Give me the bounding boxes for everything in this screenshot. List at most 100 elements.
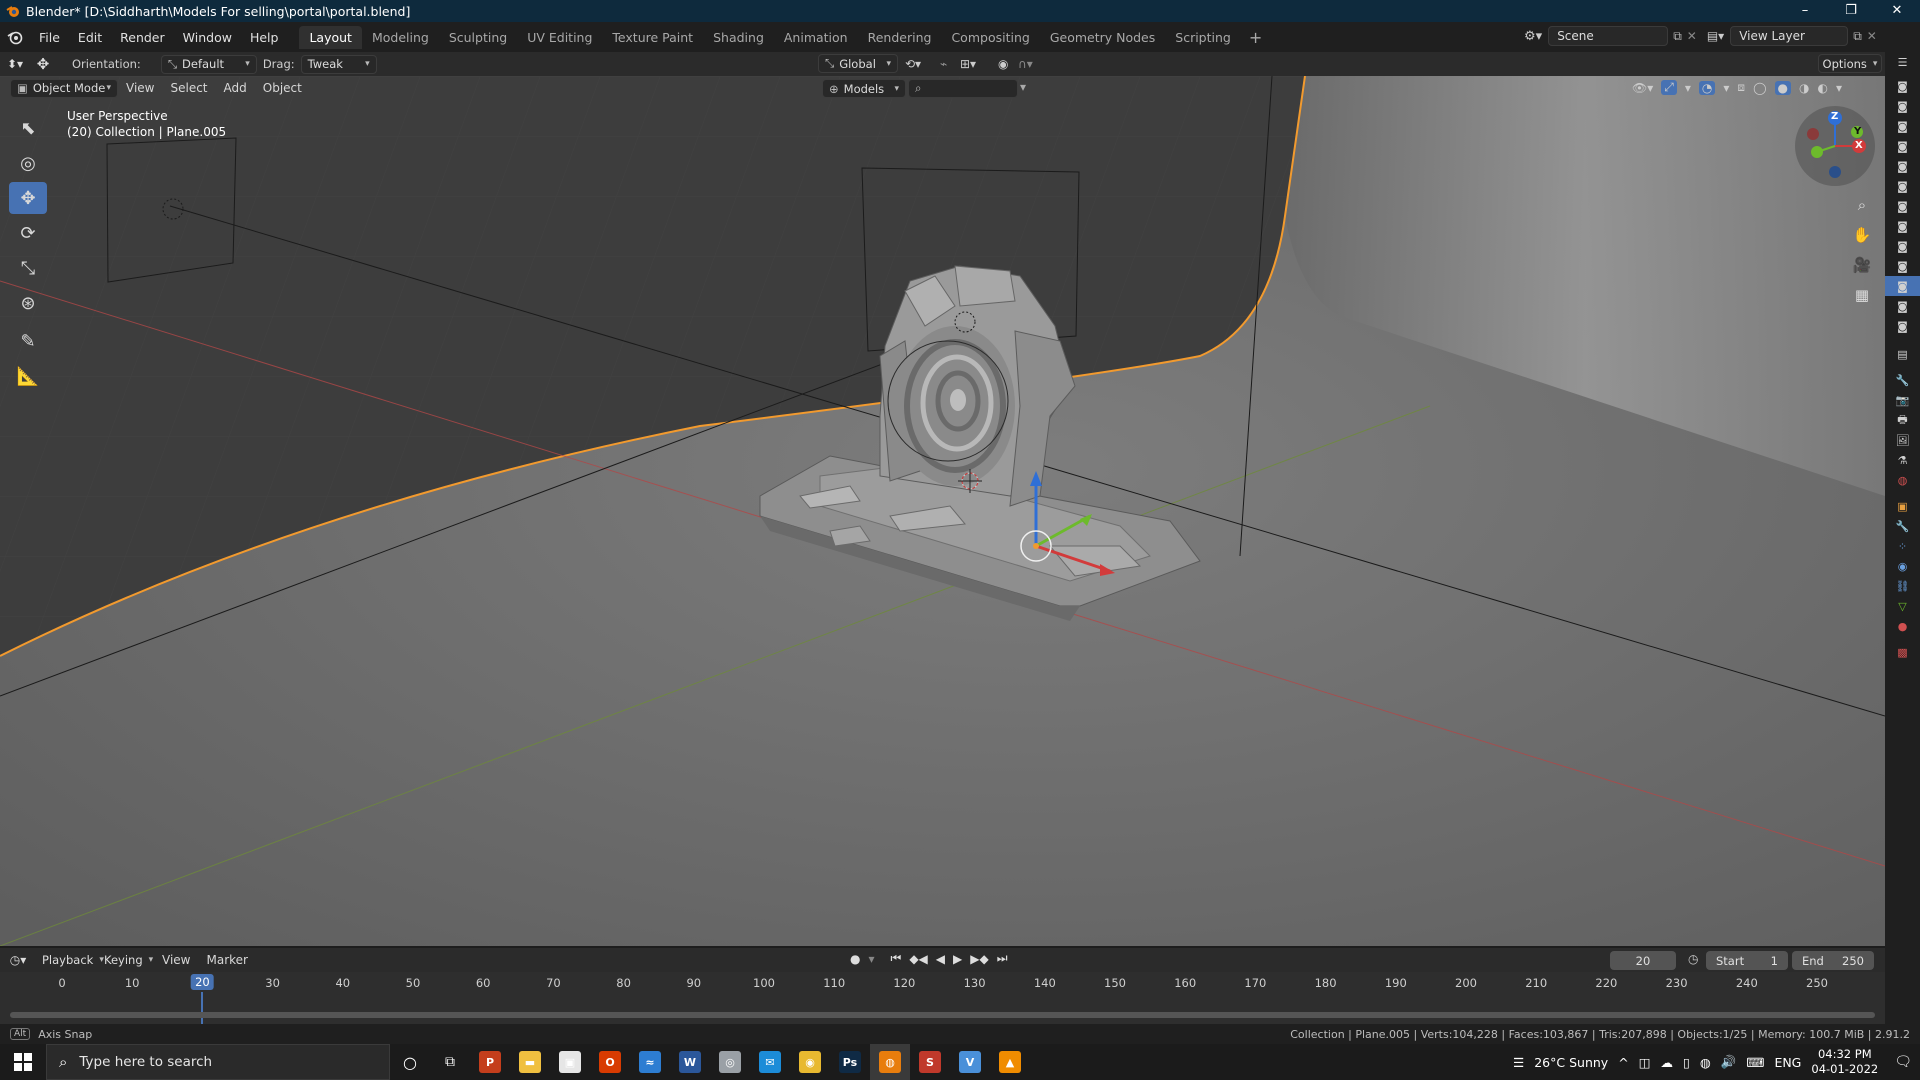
move-tool-icon[interactable]: ✥	[30, 55, 56, 73]
measure-icon[interactable]: 📐	[9, 360, 47, 392]
tab-compositing[interactable]: Compositing	[941, 26, 1039, 49]
data-properties-icon[interactable]: ▽	[1885, 596, 1920, 616]
visibility-icon[interactable]: 👁▾	[1632, 81, 1653, 95]
material-shading-icon[interactable]: ◑	[1799, 81, 1809, 95]
annotate-icon[interactable]: ✎	[9, 325, 47, 357]
new-view-layer-icon[interactable]: ⧉	[1853, 29, 1862, 44]
outliner-icon[interactable]: ☰	[1885, 52, 1920, 72]
menu-help[interactable]: Help	[241, 30, 288, 45]
keyboard-icon[interactable]: ⌨	[1746, 1055, 1764, 1070]
delete-scene-icon[interactable]: ✕	[1687, 29, 1697, 43]
overlay-toggle-icon[interactable]: ◔	[1698, 80, 1716, 95]
delete-view-layer-icon[interactable]: ✕	[1867, 29, 1877, 43]
jump-end-icon[interactable]: ⏭	[997, 951, 1008, 966]
zoom-icon[interactable]: ⌕	[1848, 191, 1876, 219]
camera-visibility-icon[interactable]: ◙	[1885, 116, 1920, 136]
camera-visibility-icon[interactable]: ◙	[1885, 156, 1920, 176]
tab-uv-editing[interactable]: UV Editing	[517, 26, 602, 49]
chrome-app-icon[interactable]: ◉	[790, 1044, 830, 1080]
camera-visibility-icon[interactable]: ◙	[1885, 76, 1920, 96]
gizmo-dropdown-icon[interactable]: ▾	[1685, 81, 1691, 95]
minimize-button[interactable]: –	[1782, 0, 1828, 22]
select-menu[interactable]: Select	[162, 81, 215, 95]
ortho-grid-icon[interactable]: ▦	[1848, 281, 1876, 309]
tab-shading[interactable]: Shading	[703, 26, 774, 49]
store-app-icon[interactable]: ▣	[550, 1044, 590, 1080]
play-reverse-icon[interactable]: ◀	[936, 952, 945, 966]
vlc-app-icon[interactable]: ▲	[990, 1044, 1030, 1080]
asset-filter-dropdown[interactable]: ⊕ Models ▾	[822, 79, 906, 98]
select-box-icon[interactable]: ⬉	[9, 112, 47, 144]
clock[interactable]: 04:32 PM 04-01-2022	[1811, 1047, 1878, 1077]
tab-modeling[interactable]: Modeling	[362, 26, 439, 49]
view-layer-properties-icon[interactable]: 🖼	[1885, 430, 1920, 450]
proportional-edit-icon[interactable]: ◉	[998, 57, 1008, 71]
file-explorer-app-icon[interactable]: ▬	[510, 1044, 550, 1080]
navigation-gizmo[interactable]: Z Y X	[1795, 106, 1875, 186]
powerpoint-app-icon[interactable]: P	[470, 1044, 510, 1080]
menu-render[interactable]: Render	[111, 30, 174, 45]
particles-properties-icon[interactable]: ⁘	[1885, 536, 1920, 556]
wireframe-shading-icon[interactable]: ◯	[1753, 81, 1766, 95]
volume-icon[interactable]: 🔊	[1721, 1054, 1737, 1070]
language-indicator[interactable]: ENG	[1774, 1055, 1801, 1070]
menu-file[interactable]: File	[30, 30, 69, 45]
network-icon[interactable]: ◍	[1700, 1055, 1711, 1070]
cursor-icon[interactable]: ◎	[9, 147, 47, 179]
constraints-properties-icon[interactable]: ⛓	[1885, 576, 1920, 596]
camera-visibility-icon[interactable]: ◙	[1885, 176, 1920, 196]
view-layer-field[interactable]: View Layer	[1730, 26, 1849, 46]
render-properties-icon[interactable]: 📷	[1885, 390, 1920, 410]
tab-layout[interactable]: Layout	[299, 25, 362, 49]
filter-dropdown-icon[interactable]: ▾	[1020, 80, 1026, 94]
new-scene-icon[interactable]: ⧉	[1673, 29, 1682, 44]
jump-start-icon[interactable]: ⏮	[891, 951, 902, 966]
blender-app-icon[interactable]: ◍	[870, 1044, 910, 1080]
keying-menu[interactable]: Keying ▾	[98, 951, 154, 970]
camera-visibility-icon[interactable]: ◙	[1885, 216, 1920, 236]
shading-dropdown-icon[interactable]: ▾	[1836, 81, 1842, 95]
weather-icon[interactable]: ☰	[1513, 1055, 1524, 1070]
marker-menu[interactable]: Marker	[198, 953, 255, 967]
physics-properties-icon[interactable]: ◉	[1885, 556, 1920, 576]
photoshop-app-icon[interactable]: Ps	[830, 1044, 870, 1080]
scene-selector-icon[interactable]: ⚙▾	[1524, 29, 1542, 44]
texture-properties-icon[interactable]: ▩	[1885, 642, 1920, 662]
camera-view-icon[interactable]: 🎥	[1848, 251, 1876, 279]
timeline-editor-icon[interactable]: ◷▾	[0, 953, 36, 967]
camera-visibility-icon[interactable]: ◙	[1885, 316, 1920, 336]
app-mail-app-icon[interactable]: ✉	[750, 1044, 790, 1080]
xray-icon[interactable]: ⧈	[1737, 80, 1745, 95]
pan-hand-icon[interactable]: ✋	[1848, 221, 1876, 249]
camera-visibility-icon[interactable]: ◙	[1885, 136, 1920, 156]
current-frame-indicator[interactable]: 20	[191, 974, 214, 990]
weather-label[interactable]: 26°C Sunny	[1534, 1055, 1608, 1070]
close-button[interactable]: ✕	[1874, 0, 1920, 22]
keyframe-dropdown-icon[interactable]: ▾	[868, 952, 874, 966]
taskbar-search-box[interactable]: ⌕ Type here to search	[46, 1044, 390, 1080]
overlay-dropdown-icon[interactable]: ▾	[1723, 81, 1729, 95]
mode-dropdown[interactable]: ▣ Object Mode ▾	[10, 78, 118, 98]
add-workspace-icon[interactable]: +	[1241, 28, 1270, 47]
scene-properties-icon[interactable]: ⚗	[1885, 450, 1920, 470]
tab-geometry-nodes[interactable]: Geometry Nodes	[1040, 26, 1165, 49]
next-keyframe-icon[interactable]: ▶◆	[970, 952, 988, 966]
menu-window[interactable]: Window	[174, 30, 241, 45]
vivaldi-app-icon[interactable]: V	[950, 1044, 990, 1080]
editor-type-icon[interactable]: ⬍▾	[0, 57, 30, 71]
meet-now-icon[interactable]: ◫	[1639, 1055, 1651, 1070]
timeline-view-menu[interactable]: View	[154, 953, 198, 967]
end-frame-field[interactable]: End 250	[1792, 951, 1874, 970]
pivot-point-icon[interactable]: ⟲▾	[905, 57, 921, 71]
preview-range-icon[interactable]: ◷	[1688, 952, 1698, 966]
camera-visibility-icon[interactable]: ◙	[1885, 256, 1920, 276]
camera-visibility-icon[interactable]: ◙	[1885, 196, 1920, 216]
app-red-app-icon[interactable]: S	[910, 1044, 950, 1080]
office-app-icon[interactable]: O	[590, 1044, 630, 1080]
playhead[interactable]	[201, 992, 203, 1024]
app-gray-app-icon[interactable]: ◎	[710, 1044, 750, 1080]
frame-ruler[interactable]: 0 10 20 30 40 50 60 70 80 90 100 110 120 130 140 150 160…	[0, 972, 1885, 994]
view-layer-icon[interactable]: ▤▾	[1707, 29, 1724, 43]
add-menu[interactable]: Add	[216, 81, 255, 95]
falloff-icon[interactable]: ∩▾	[1018, 57, 1033, 71]
